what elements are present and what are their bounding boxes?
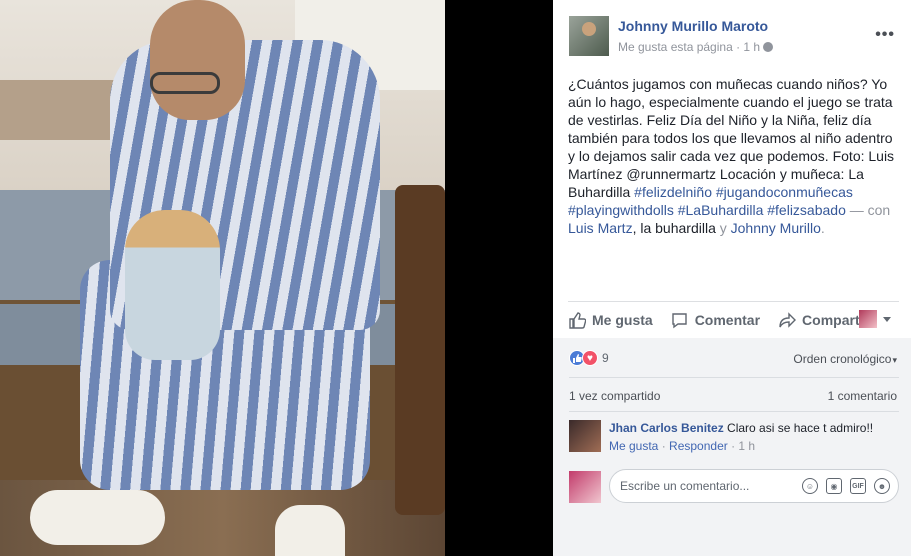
viewer-avatar-small xyxy=(859,310,877,328)
comment-item: Jhan Carlos Benitez Claro asi se hace t … xyxy=(569,419,899,459)
camera-icon[interactable]: ◉ xyxy=(826,478,842,494)
comment-line: Jhan Carlos Benitez Claro asi se hace t … xyxy=(609,421,873,435)
comment-button[interactable]: Comentar xyxy=(671,311,760,329)
and-label: y xyxy=(715,220,731,236)
comment-like-link[interactable]: Me gusta xyxy=(609,439,658,453)
tag-johnny-murillo[interactable]: Johnny Murillo xyxy=(731,220,821,236)
commenter-name[interactable]: Jhan Carlos Benitez xyxy=(609,421,724,435)
with-label: — con xyxy=(845,202,891,218)
author-name[interactable]: Johnny Murillo Maroto xyxy=(618,18,768,34)
viewer-avatar xyxy=(569,471,601,503)
chevron-down-icon xyxy=(883,316,891,322)
globe-icon xyxy=(763,42,774,52)
comment-meta: Me gusta · Responder · 1 h xyxy=(609,439,755,453)
sticker-icon[interactable]: ☻ xyxy=(874,478,890,494)
comment-label: Comentar xyxy=(694,312,761,328)
post-body-text: ¿Cuántos jugamos con muñecas cuando niño… xyxy=(568,76,895,200)
like-label: Me gusta xyxy=(592,312,653,328)
comments-count[interactable]: 1 comentario xyxy=(828,389,897,403)
comment-time[interactable]: 1 h xyxy=(738,439,755,453)
post-time[interactable]: 1 h xyxy=(743,40,760,54)
photo-man-head xyxy=(150,0,245,120)
thumbs-up-icon xyxy=(568,311,586,329)
photo-shoe-left xyxy=(30,490,165,545)
reaction-count: 9 xyxy=(602,351,609,365)
post-sidebar: Johnny Murillo Maroto Me gusta esta pági… xyxy=(553,0,911,556)
facebook-photo-viewer: Johnny Murillo Maroto Me gusta esta pági… xyxy=(0,0,911,556)
love-reaction-icon: ♥ xyxy=(582,350,598,366)
stats-divider xyxy=(569,377,899,378)
commenter-avatar[interactable] xyxy=(569,420,601,452)
comment-text: Claro asi se hace t admiro!! xyxy=(727,421,874,435)
comments-divider xyxy=(569,411,899,412)
emoji-icon[interactable]: ☺ xyxy=(802,478,818,494)
author-avatar[interactable] xyxy=(569,16,609,56)
photo-shelf xyxy=(0,80,120,140)
photo-shoe-right xyxy=(275,505,345,556)
actions-top-divider xyxy=(568,301,899,302)
gif-icon[interactable]: GIF xyxy=(850,478,866,494)
meta-separator: · xyxy=(732,40,744,54)
post-photo[interactable] xyxy=(0,0,445,556)
comment-bubble-icon xyxy=(671,311,689,329)
comment-meta-sep-1: · xyxy=(658,439,670,453)
share-arrow-icon xyxy=(778,311,796,329)
comment-input[interactable]: Escribe un comentario... ☺ ◉ GIF ☻ xyxy=(609,469,899,503)
post-meta: Me gusta esta página · 1 h xyxy=(618,40,774,54)
tag-la-buhardilla: la buhardilla xyxy=(640,220,716,236)
composer-icons: ☺ ◉ GIF ☻ xyxy=(802,478,890,494)
photo-glasses xyxy=(150,72,220,94)
photo-doll xyxy=(125,210,220,360)
comment-meta-sep-2: · xyxy=(727,439,739,453)
comments-section: ♥ 9 Orden cronológico 1 vez compartido 1… xyxy=(553,338,911,556)
post-text: ¿Cuántos jugamos con muñecas cuando niño… xyxy=(568,75,901,237)
like-button[interactable]: Me gusta xyxy=(568,311,653,329)
more-options-icon[interactable]: ••• xyxy=(875,26,895,44)
comment-reply-link[interactable]: Responder xyxy=(669,439,728,453)
tag-period: . xyxy=(820,220,825,236)
comment-input-placeholder: Escribe un comentario... xyxy=(620,479,750,493)
shares-count[interactable]: 1 vez compartido xyxy=(569,389,660,403)
post-actions-bar: Me gusta Comentar Compartir xyxy=(568,306,899,334)
photo-sofa-arm xyxy=(395,185,445,515)
comment-composer: Escribe un comentario... ☺ ◉ GIF ☻ xyxy=(569,469,899,503)
like-page-link[interactable]: Me gusta esta página xyxy=(618,40,733,54)
tag-luis-martz[interactable]: Luis Martz xyxy=(568,220,633,236)
post-as-selector[interactable] xyxy=(859,310,891,328)
share-button[interactable]: Compartir xyxy=(778,311,869,329)
reactions-summary[interactable]: ♥ 9 xyxy=(569,350,609,366)
post-header: Johnny Murillo Maroto Me gusta esta pági… xyxy=(569,16,899,58)
comment-order-dropdown[interactable]: Orden cronológico xyxy=(793,352,897,366)
